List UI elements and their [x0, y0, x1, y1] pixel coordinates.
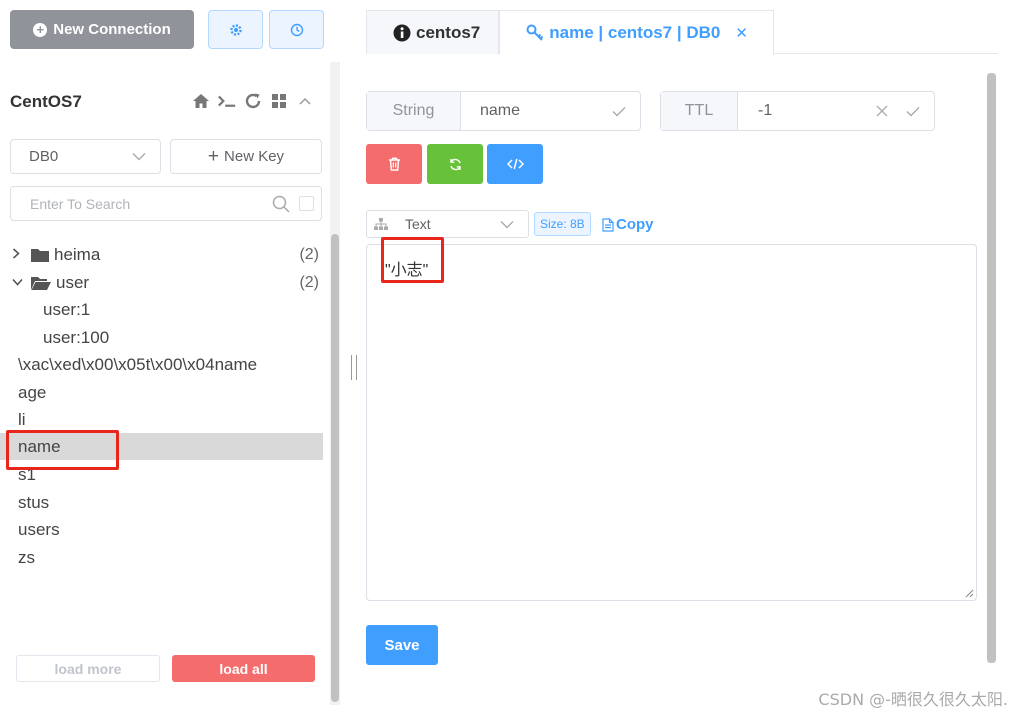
- dump-command-button[interactable]: [487, 144, 543, 184]
- tab-connection[interactable]: centos7: [366, 10, 500, 54]
- sidebar-scrollbar[interactable]: [330, 62, 340, 705]
- connection-name: CentOS7: [10, 92, 82, 111]
- search-box: [10, 186, 322, 221]
- tree-item-label: li: [18, 409, 26, 429]
- chevron-down-icon: [132, 153, 146, 161]
- trash-icon: [388, 157, 400, 171]
- delete-button[interactable]: [366, 144, 422, 184]
- highlight-box-value: [381, 237, 444, 283]
- save-button[interactable]: Save: [366, 625, 438, 665]
- tree-item-label: heima: [54, 244, 101, 264]
- tree-key-binary-name[interactable]: \xac\xed\x00\x05t\x00\x04name: [0, 351, 323, 378]
- tree-item-label: user:1: [43, 299, 91, 319]
- history-button[interactable]: [269, 10, 324, 49]
- folder-icon: [31, 248, 49, 262]
- key-icon: [526, 24, 544, 41]
- new-key-label: New Key: [224, 148, 285, 165]
- tree-key-users[interactable]: users: [0, 516, 323, 543]
- copy-button[interactable]: Copy: [602, 216, 654, 233]
- document-icon: [602, 217, 614, 232]
- tree-item-label: \xac\xed\x00\x05t\x00\x04name: [18, 354, 258, 374]
- plus-circle-icon: +: [33, 22, 48, 37]
- load-all-button[interactable]: load all: [172, 655, 315, 682]
- check-icon[interactable]: [906, 106, 920, 117]
- key-name-value: name: [480, 102, 521, 119]
- db-select[interactable]: DB0: [10, 139, 161, 174]
- refresh-button[interactable]: [427, 144, 483, 184]
- clear-icon[interactable]: [876, 105, 888, 117]
- close-icon[interactable]: ✕: [735, 24, 748, 42]
- ttl-label: TTL: [661, 92, 738, 130]
- tree-key-zs[interactable]: zs: [0, 544, 323, 571]
- key-name-input[interactable]: name: [461, 92, 640, 130]
- code-icon: [506, 158, 524, 170]
- home-icon[interactable]: [191, 91, 211, 111]
- tree-item-label: users: [18, 519, 60, 539]
- connection-toolbar: [191, 91, 315, 111]
- watermark: CSDN @-晒很久很久太阳.: [818, 690, 1008, 709]
- sitemap-icon: [374, 218, 388, 230]
- tree-item-label: stus: [18, 492, 50, 512]
- chevron-down-icon: [12, 277, 24, 289]
- tree-key-age[interactable]: age: [0, 379, 323, 406]
- main-scrollbar[interactable]: [987, 73, 996, 663]
- size-tag: Size: 8B: [534, 212, 591, 236]
- tab-label: name | centos7 | DB0: [549, 23, 721, 42]
- tab-label: centos7: [416, 22, 481, 42]
- load-more-button[interactable]: load more: [16, 655, 160, 682]
- resize-grip-icon[interactable]: [965, 589, 974, 598]
- chevron-up-icon[interactable]: [295, 91, 315, 111]
- tab-key-name[interactable]: name | centos7 | DB0 ✕: [499, 10, 774, 55]
- key-type-label: String: [367, 92, 461, 130]
- tree-folder-heima[interactable]: heima (2): [0, 241, 323, 268]
- value-editor[interactable]: "小志": [366, 244, 977, 601]
- ttl-input[interactable]: -1: [738, 92, 934, 130]
- tree-folder-user[interactable]: user (2): [0, 269, 323, 296]
- check-icon[interactable]: [612, 106, 626, 117]
- new-connection-label: New Connection: [53, 21, 171, 38]
- db-select-value: DB0: [29, 148, 59, 165]
- chevron-down-icon: [500, 220, 514, 228]
- settings-button[interactable]: [208, 10, 263, 49]
- exact-search-checkbox[interactable]: [299, 196, 314, 211]
- tree-key-stus[interactable]: stus: [0, 489, 323, 516]
- scrollbar-thumb[interactable]: [987, 73, 996, 663]
- search-input[interactable]: [30, 195, 272, 212]
- ttl-value: -1: [758, 102, 773, 119]
- tree-item-count: (2): [299, 245, 319, 263]
- tab-bar: centos7 name | centos7 | DB0 ✕: [366, 10, 998, 55]
- key-detail-panel: centos7 name | centos7 | DB0 ✕ String na…: [345, 0, 1012, 715]
- new-connection-button[interactable]: + New Connection: [10, 10, 194, 49]
- terminal-icon[interactable]: [217, 91, 237, 111]
- folder-open-icon: [31, 276, 51, 290]
- new-key-button[interactable]: + New Key: [170, 139, 322, 174]
- clock-icon: [290, 23, 303, 36]
- highlight-box-key: [6, 430, 119, 470]
- format-value: Text: [405, 216, 431, 232]
- tree-item-label: user: [56, 272, 90, 292]
- tree-key-user-1[interactable]: user:1: [0, 296, 323, 323]
- search-icon[interactable]: [272, 195, 290, 213]
- grid-icon[interactable]: [269, 91, 289, 111]
- scrollbar-thumb[interactable]: [331, 234, 339, 702]
- info-icon: [393, 24, 411, 41]
- plus-icon: +: [207, 146, 220, 167]
- format-select[interactable]: Text: [366, 210, 529, 238]
- tree-item-count: (2): [299, 273, 319, 291]
- tree-item-label: zs: [18, 547, 35, 567]
- refresh-icon[interactable]: [243, 91, 263, 111]
- copy-label: Copy: [616, 216, 654, 233]
- refresh-icon: [449, 158, 461, 170]
- chevron-right-icon: [12, 247, 24, 262]
- tree-item-label: user:100: [43, 327, 110, 347]
- tree-key-user-100[interactable]: user:100: [0, 324, 323, 351]
- key-name-group: String name: [366, 91, 641, 131]
- sidebar: + New Connection CentOS7 DB0 + New Key E…: [0, 0, 340, 715]
- gear-icon: [229, 23, 242, 36]
- ttl-group: TTL -1: [660, 91, 935, 131]
- tree-key-li[interactable]: li: [0, 406, 323, 433]
- tree-item-label: age: [18, 382, 47, 402]
